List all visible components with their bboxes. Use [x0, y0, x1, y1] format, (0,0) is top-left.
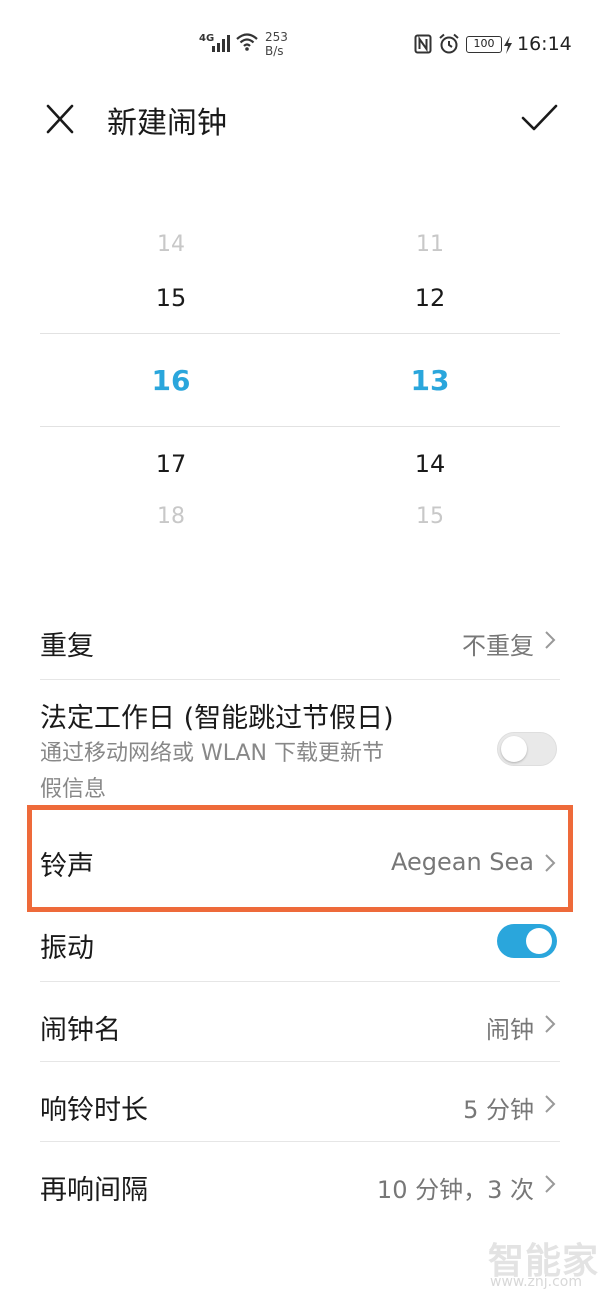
ring-duration-value: 5 分钟 [463, 1096, 534, 1124]
toggle-knob [501, 736, 527, 762]
hour-option[interactable]: 18 [71, 504, 271, 529]
status-bar: 4G 253 B/s 100 16:14 [0, 0, 600, 90]
chevron-right-icon [545, 631, 556, 649]
page-title: 新建闹钟 [107, 106, 227, 141]
workday-toggle[interactable] [497, 732, 557, 766]
vibration-label: 振动 [40, 933, 94, 964]
chevron-right-icon [545, 1095, 556, 1113]
ringtone-highlight-box [27, 805, 573, 912]
workday-description: 通过移动网络或 WLAN 下载更新节 假信息 [40, 736, 460, 808]
minute-option[interactable]: 12 [330, 284, 530, 312]
vibration-toggle[interactable] [497, 924, 557, 958]
hour-option[interactable]: 14 [71, 232, 271, 257]
minute-picker[interactable]: 11 12 13 14 15 [330, 226, 530, 536]
ring-duration-label: 响铃时长 [40, 1095, 148, 1126]
workday-description-line1: 通过移动网络或 WLAN 下载更新节 [40, 741, 385, 766]
battery-level: 100 [473, 37, 495, 50]
repeat-row[interactable]: 重复 不重复 [0, 600, 600, 680]
picker-selection-top-line [40, 333, 560, 334]
alarm-name-value: 闹钟 [486, 1016, 534, 1044]
nfc-icon [414, 34, 432, 54]
picker-selection-bottom-line [40, 426, 560, 427]
charging-bolt-icon [504, 36, 512, 54]
alarm-name-label: 闹钟名 [40, 1015, 121, 1046]
snooze-interval-label: 再响间隔 [40, 1175, 148, 1206]
workday-label: 法定工作日 (智能跳过节假日) [40, 703, 394, 734]
confirm-check-icon[interactable] [518, 98, 560, 138]
cellular-signal-icon [212, 35, 230, 52]
snooze-interval-value: 10 分钟，3 次 [376, 1176, 534, 1204]
alarm-clock-icon [439, 33, 459, 54]
chevron-right-icon [545, 1175, 556, 1193]
workday-description-line2: 假信息 [40, 777, 107, 802]
battery-icon: 100 [466, 36, 502, 53]
minute-option[interactable]: 14 [330, 450, 530, 478]
snooze-interval-row[interactable]: 再响间隔 10 分钟，3 次 [0, 1142, 600, 1224]
watermark-url: www.znj.com [490, 1274, 582, 1290]
minute-option[interactable]: 11 [330, 232, 530, 257]
chevron-right-icon [545, 1015, 556, 1033]
vibration-row[interactable]: 振动 [0, 912, 600, 982]
wifi-icon [236, 33, 258, 51]
net-speed-unit: B/s [265, 44, 284, 58]
net-speed: 253 B/s [265, 30, 288, 58]
close-icon[interactable] [40, 100, 80, 140]
workday-row[interactable]: 法定工作日 (智能跳过节假日) 通过移动网络或 WLAN 下载更新节 假信息 [0, 680, 600, 805]
hour-option[interactable]: 15 [71, 284, 271, 312]
selected-hour[interactable]: 16 [71, 364, 271, 397]
repeat-value: 不重复 [462, 632, 534, 660]
hour-picker[interactable]: 14 15 16 17 18 [71, 226, 271, 536]
status-time: 16:14 [517, 33, 572, 55]
alarm-name-row[interactable]: 闹钟名 闹钟 [0, 982, 600, 1062]
minute-option[interactable]: 15 [330, 504, 530, 529]
repeat-label: 重复 [40, 631, 94, 662]
net-speed-value: 253 [265, 30, 288, 44]
ring-duration-row[interactable]: 响铃时长 5 分钟 [0, 1062, 600, 1142]
selected-minute[interactable]: 13 [330, 364, 530, 397]
hour-option[interactable]: 17 [71, 450, 271, 478]
toggle-knob [526, 928, 552, 954]
